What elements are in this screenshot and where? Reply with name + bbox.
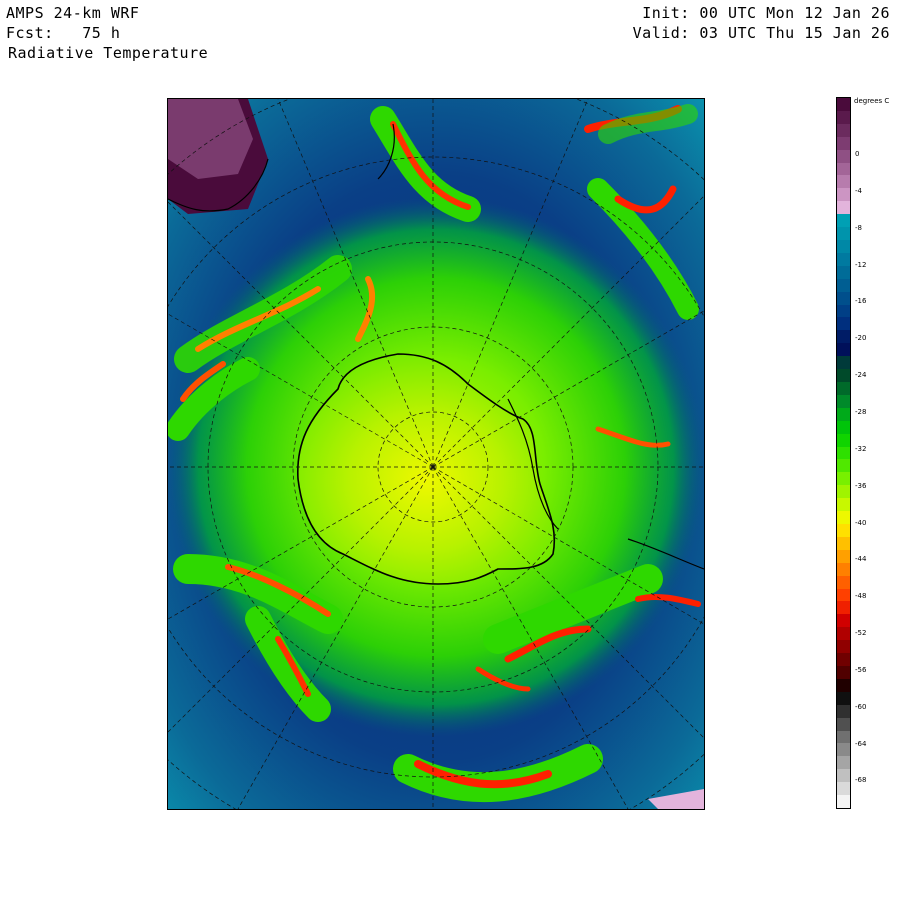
colorbar-swatch: [837, 666, 850, 680]
colorbar-swatch: [837, 769, 850, 783]
colorbar-swatch: [837, 782, 850, 796]
colorbar-swatch: [837, 343, 850, 357]
colorbar-swatch: [837, 485, 850, 499]
colorbar-swatch: [837, 407, 850, 422]
colorbar-swatch: [837, 291, 850, 306]
colorbar-tick-label: -52: [855, 629, 867, 638]
colorbar-swatch: [837, 653, 850, 667]
colorbar-swatch: [837, 149, 850, 164]
colorbar-swatch: [837, 562, 850, 577]
model-title: AMPS 24-km WRF: [6, 4, 140, 22]
colorbar-tick-label: -44: [855, 555, 867, 564]
colorbar-swatch: [837, 678, 850, 693]
colorbar-swatch: [837, 756, 850, 770]
colorbar-swatch: [837, 614, 850, 628]
colorbar-swatch: [837, 317, 850, 331]
colorbar-tick-label: -64: [855, 739, 867, 748]
colorbar-swatch: [837, 601, 850, 615]
colorbar-tick-label: -16: [855, 297, 867, 306]
field-name: Radiative Temperature: [8, 44, 209, 62]
colorbar-swatch: [837, 446, 850, 460]
colorbar-tick-label: -68: [855, 776, 867, 785]
colorbar-swatch: [837, 575, 850, 590]
colorbar-swatch: [837, 717, 850, 732]
colorbar-swatch: [837, 704, 850, 719]
colorbar-swatch: [837, 278, 850, 293]
colorbar-swatch: [837, 110, 850, 125]
forecast-hour: Fcst: 75 h: [6, 24, 121, 42]
temperature-map-svg: [168, 99, 704, 809]
colorbar-swatch: [837, 98, 850, 112]
init-time: Init: 00 UTC Mon 12 Jan 26: [642, 4, 890, 22]
colorbar-swatch: [837, 472, 850, 486]
colorbar-swatch: [837, 304, 850, 318]
colorbar-tick-label: -28: [855, 407, 867, 416]
colorbar: [836, 97, 851, 809]
colorbar-swatch: [837, 227, 850, 241]
colorbar-tick-label: -40: [855, 518, 867, 527]
colorbar-swatch: [837, 588, 850, 602]
colorbar-swatch: [837, 123, 850, 138]
colorbar-swatch: [837, 356, 850, 370]
colorbar-tick-label: -12: [855, 260, 867, 269]
colorbar-swatch: [837, 214, 850, 228]
colorbar-swatch: [837, 330, 850, 344]
colorbar-swatch: [837, 382, 850, 396]
colorbar-swatch: [837, 795, 850, 809]
colorbar-tick-label: -48: [855, 592, 867, 601]
colorbar-tick-label: -32: [855, 444, 867, 453]
colorbar-swatch: [837, 136, 850, 151]
colorbar-tick-label: -24: [855, 371, 867, 380]
colorbar-swatch: [837, 691, 850, 706]
colorbar-swatch: [837, 433, 850, 448]
colorbar-swatch: [837, 394, 850, 409]
colorbar-swatch: [837, 162, 850, 176]
colorbar-tick-label: -8: [855, 223, 862, 232]
colorbar-tick-label: -20: [855, 334, 867, 343]
colorbar-swatch: [837, 459, 850, 473]
colorbar-swatch: [837, 188, 850, 202]
colorbar-swatch: [837, 549, 850, 564]
colorbar-swatch: [837, 420, 850, 435]
colorbar-swatch: [837, 730, 850, 744]
colorbar-swatch: [837, 175, 850, 189]
colorbar-swatch: [837, 240, 850, 254]
colorbar-swatch: [837, 498, 850, 512]
colorbar-units: degrees C: [854, 97, 890, 105]
colorbar-swatch: [837, 252, 850, 267]
colorbar-swatch: [837, 369, 850, 383]
colorbar-tick-label: -60: [855, 702, 867, 711]
colorbar-tick-label: -4: [855, 186, 862, 195]
valid-time: Valid: 03 UTC Thu 15 Jan 26: [632, 24, 890, 42]
colorbar-swatch: [837, 640, 850, 654]
colorbar-tick-label: -56: [855, 665, 867, 674]
polar-stereographic-map: [167, 98, 705, 810]
amps-forecast-page: AMPS 24-km WRF Fcst: 75 h Radiative Temp…: [0, 0, 900, 900]
colorbar-swatch: [837, 524, 850, 538]
colorbar-tick-label: -36: [855, 481, 867, 490]
colorbar-swatch: [837, 511, 850, 525]
colorbar-swatch: [837, 743, 850, 757]
colorbar-swatch: [837, 536, 850, 551]
colorbar-tick-label: 0: [855, 150, 860, 158]
colorbar-swatch: [837, 265, 850, 280]
colorbar-swatch: [837, 201, 850, 215]
colorbar-swatch: [837, 627, 850, 641]
